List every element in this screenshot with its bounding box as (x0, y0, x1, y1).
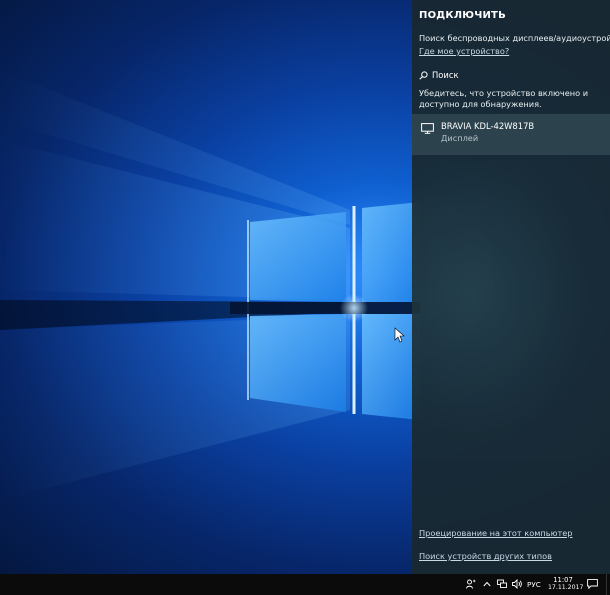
screen: ПОДКЛЮЧИТЬ Поиск беспроводных дисплеев/а… (0, 0, 610, 595)
people-icon[interactable] (466, 579, 476, 589)
taskbar-clock[interactable]: 11:07 17.11.2017 (548, 576, 584, 592)
search-status: Поиск (419, 68, 459, 82)
find-other-devices-link[interactable]: Поиск устройств других типов (419, 551, 552, 561)
show-desktop-button[interactable] (606, 574, 610, 595)
action-center-icon[interactable] (587, 579, 598, 589)
monitor-icon (421, 123, 434, 134)
clock-date: 17.11.2017 (548, 584, 584, 591)
discovery-hint: Убедитесь, что устройство включено и дос… (419, 88, 589, 109)
device-list-item[interactable]: BRAVIA KDL-42W817B Дисплей (412, 114, 610, 155)
where-is-my-device-link[interactable]: Где мое устройство? (419, 46, 509, 56)
device-name: BRAVIA KDL-42W817B (441, 121, 535, 131)
connect-panel: ПОДКЛЮЧИТЬ Поиск беспроводных дисплеев/а… (412, 0, 610, 574)
language-indicator[interactable]: РУС (527, 580, 541, 589)
search-label: Поиск (432, 70, 459, 80)
clock-time: 11:07 (553, 576, 573, 584)
panel-subtitle: Поиск беспроводных дисплеев/аудиоустройс… (419, 33, 610, 43)
panel-background-glow (412, 160, 610, 460)
panel-title: ПОДКЛЮЧИТЬ (419, 10, 506, 21)
device-type: Дисплей (441, 133, 479, 143)
project-to-this-pc-link[interactable]: Проецирование на этот компьютер (419, 528, 572, 538)
volume-icon[interactable] (512, 579, 523, 589)
taskbar: РУС 11:07 17.11.2017 (0, 574, 610, 595)
network-icon[interactable] (497, 579, 507, 589)
chevron-up-icon[interactable] (483, 581, 491, 587)
search-icon (419, 70, 428, 80)
